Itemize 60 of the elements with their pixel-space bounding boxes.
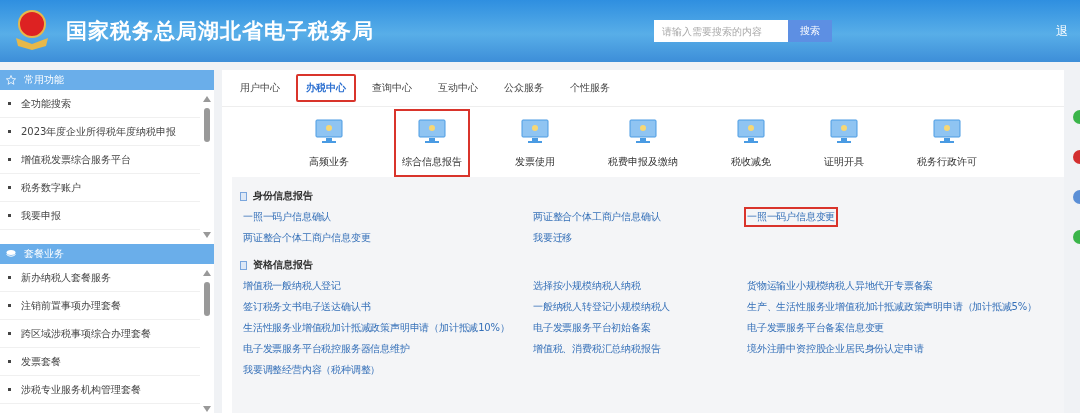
service-link[interactable]: 增值税、消费税汇总纳税报告 [530,339,664,359]
sidebar-item[interactable]: 增值税发票综合服务平台 [0,146,200,174]
service-link[interactable]: 境外注册中资控股企业居民身份认定申请 [744,339,927,359]
monitor-icon [737,119,766,145]
sidebar-item[interactable]: 我要申报 [0,202,200,230]
sidebar-item[interactable]: 全功能搜索 [0,90,200,118]
group-title: 常用功能 [24,73,64,87]
sidebar-item[interactable]: 涉税专业服务机构管理套餐 [0,376,200,404]
service-link[interactable]: 电子发票服务平台备案信息变更 [744,318,888,338]
group-title: 套餐业务 [24,247,64,261]
sidebar-item[interactable]: 2023年度企业所得税年度纳税申报 [0,118,200,146]
service-item[interactable]: 综合信息报告 [393,109,470,177]
service-item[interactable]: 发票使用 [506,109,563,177]
monitor-icon [417,119,446,145]
service-link[interactable]: 一般纳税人转登记小规模纳税人 [530,297,674,317]
nav-tab[interactable]: 用户中心 [230,74,290,102]
site-title: 国家税务总局湖北省电子税务局 [66,18,375,45]
service-link[interactable]: 两证整合个体工商户信息变更 [240,228,374,248]
service-item[interactable]: 税收减免 [723,109,780,177]
section-title: 身份信息报告 [253,189,313,203]
search-button[interactable]: 搜索 [788,20,832,42]
service-link[interactable]: 生产、生活性服务业增值税加计抵减政策声明申请（加计抵减5%） [744,297,1040,317]
nav-tab[interactable]: 办税中心 [296,74,356,102]
nav-tab[interactable]: 查询中心 [362,74,422,102]
search-field[interactable]: 请输入需要搜索的内容 [654,20,788,42]
section-title: 资格信息报告 [253,258,313,272]
document-icon [240,191,247,201]
service-link[interactable]: 增值税一般纳税人登记 [240,276,344,296]
monitor-icon [629,119,657,145]
monitor-icon [520,119,549,145]
service-link[interactable]: 电子发票服务平台初始备案 [530,318,654,338]
service-item[interactable]: 税务行政许可 [909,109,986,177]
monitor-icon [314,119,343,145]
sidebar-item[interactable]: 新办纳税人套餐服务 [0,264,200,292]
nav-tab[interactable]: 公众服务 [494,74,554,102]
service-item[interactable]: 高频业务 [300,109,357,177]
service-link[interactable]: 货物运输业小规模纳税人异地代开专票备案 [744,276,937,296]
sidebar-item[interactable]: 税务数字账户 [0,174,200,202]
service-link[interactable]: 我要迁移 [530,228,576,248]
document-icon [240,260,247,270]
service-link[interactable]: 一照一码户信息确认 [240,207,335,227]
service-link[interactable]: 签订税务文书电子送达确认书 [240,297,374,317]
service-link[interactable]: 电子发票服务平台税控服务器信息维护 [240,339,413,359]
monitor-icon [830,119,859,145]
service-link[interactable]: 生活性服务业增值税加计抵减政策声明申请（加计抵减10%） [240,318,513,338]
nav-tab[interactable]: 互动中心 [428,74,488,102]
service-item[interactable]: 证明开具 [816,109,873,177]
nav-tab[interactable]: 个性服务 [560,74,620,102]
service-link[interactable]: 选择按小规模纳税人纳税 [530,276,644,296]
star-icon [6,75,16,85]
service-link[interactable]: 我要调整经营内容（税种调整） [240,360,384,380]
sidebar-item[interactable]: 发票套餐 [0,348,200,376]
service-link[interactable]: 两证整合个体工商户信息确认 [530,207,664,227]
service-link[interactable]: 一照一码户信息变更 [744,207,839,227]
layers-icon [6,249,16,259]
monitor-icon [933,119,962,145]
service-item[interactable]: 税费申报及缴纳 [600,109,686,177]
scrollbar[interactable] [202,268,212,413]
sidebar-item[interactable]: 跨区域涉税事项综合办理套餐 [0,320,200,348]
sidebar-item[interactable]: 注销前置事项办理套餐 [0,292,200,320]
